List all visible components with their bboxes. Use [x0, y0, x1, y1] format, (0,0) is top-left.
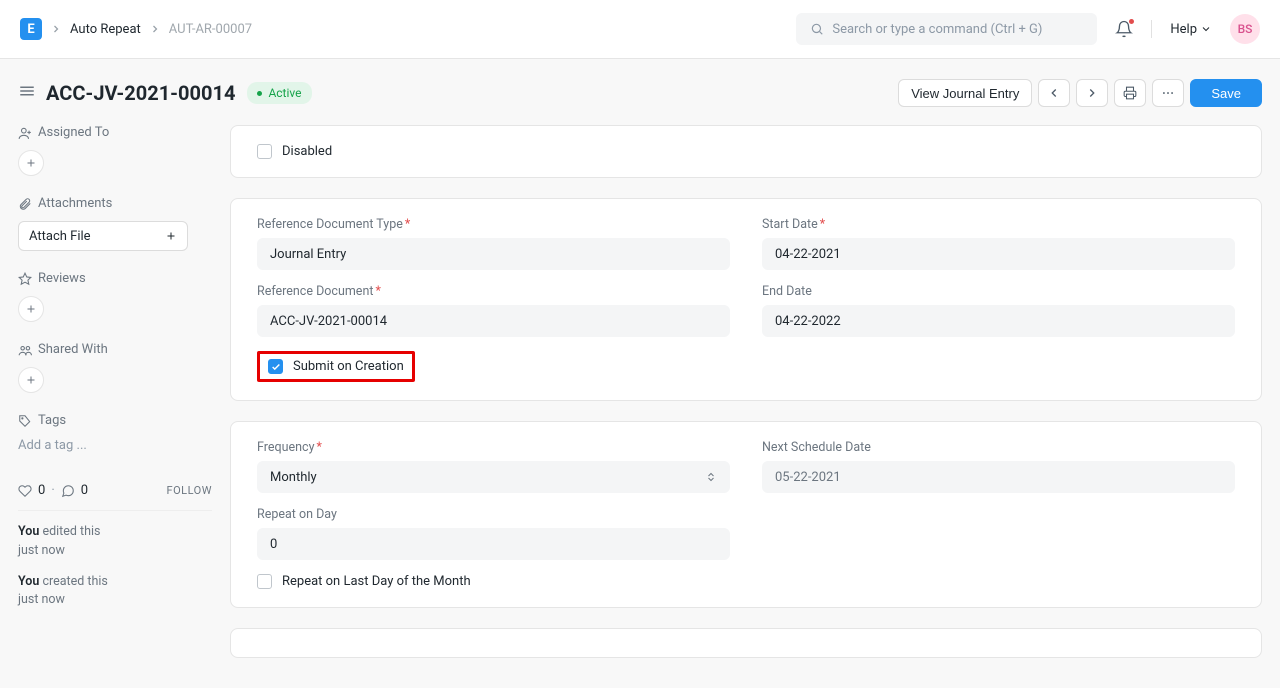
- repeat-last-day-label: Repeat on Last Day of the Month: [282, 574, 471, 589]
- tags-input[interactable]: Add a tag ...: [18, 438, 212, 453]
- search-placeholder: Search or type a command (Ctrl + G): [832, 22, 1042, 37]
- tags-header: Tags: [18, 413, 212, 428]
- timeline-who: You: [18, 574, 39, 589]
- attach-file-button[interactable]: Attach File: [18, 221, 188, 251]
- page-title: ACC-JV-2021-00014: [46, 81, 235, 105]
- reviews-header: Reviews: [18, 271, 212, 286]
- form-sidebar: Assigned To Attachments Attach File Revi…: [18, 125, 212, 678]
- checkbox-icon: [257, 144, 272, 159]
- comment-icon[interactable]: [61, 484, 75, 498]
- avatar[interactable]: BS: [1230, 14, 1260, 44]
- ref-doc-label: Reference Document*: [257, 284, 730, 299]
- timeline-when: just now: [18, 543, 65, 558]
- assigned-to-label: Assigned To: [38, 125, 109, 140]
- search-input[interactable]: Search or type a command (Ctrl + G): [796, 13, 1097, 45]
- print-button[interactable]: [1114, 79, 1146, 107]
- ref-doctype-field[interactable]: Journal Entry: [257, 238, 730, 270]
- timeline-what: edited this: [42, 524, 100, 539]
- card-frequency: Frequency* Monthly Repeat on Day 0: [230, 421, 1262, 608]
- frequency-label: Frequency*: [257, 440, 730, 455]
- disabled-label: Disabled: [282, 144, 332, 159]
- breadcrumb-level-2[interactable]: AUT-AR-00007: [169, 22, 252, 37]
- attachments-label: Attachments: [38, 196, 112, 211]
- timeline-who: You: [18, 524, 39, 539]
- heart-icon[interactable]: [18, 484, 32, 498]
- add-review-button[interactable]: [18, 296, 44, 322]
- comments-count: 0: [81, 483, 88, 498]
- end-date-field[interactable]: 04-22-2022: [762, 305, 1235, 337]
- start-date-field[interactable]: 04-22-2021: [762, 238, 1235, 270]
- help-label: Help: [1170, 22, 1197, 37]
- prev-button[interactable]: [1038, 79, 1070, 107]
- breadcrumb: E Auto Repeat AUT-AR-00007: [20, 18, 252, 40]
- card-reference: Reference Document Type* Journal Entry R…: [230, 198, 1262, 401]
- timeline: You edited this just now You created this…: [18, 523, 212, 610]
- checkbox-icon: [268, 359, 283, 374]
- repeat-on-day-field[interactable]: 0: [257, 528, 730, 560]
- top-navbar: E Auto Repeat AUT-AR-00007 Search or typ…: [0, 0, 1280, 59]
- more-menu-button[interactable]: [1152, 79, 1184, 107]
- ref-doc-field[interactable]: ACC-JV-2021-00014: [257, 305, 730, 337]
- notifications-button[interactable]: [1115, 20, 1133, 38]
- save-button[interactable]: Save: [1190, 79, 1262, 107]
- app-logo[interactable]: E: [20, 18, 42, 40]
- likes-count: 0: [38, 483, 45, 498]
- repeat-on-day-label: Repeat on Day: [257, 507, 730, 522]
- follow-button[interactable]: FOLLOW: [167, 484, 212, 497]
- reviews-label: Reviews: [38, 271, 86, 286]
- chevron-right-icon: [149, 23, 161, 35]
- page-header: ACC-JV-2021-00014 Active View Journal En…: [0, 59, 1280, 107]
- view-journal-entry-button[interactable]: View Journal Entry: [898, 79, 1032, 107]
- add-share-button[interactable]: [18, 367, 44, 393]
- status-badge: Active: [247, 82, 311, 104]
- checkbox-icon: [257, 574, 272, 589]
- breadcrumb-level-1[interactable]: Auto Repeat: [70, 22, 141, 37]
- card-next: [230, 628, 1262, 658]
- submit-on-creation-highlight: Submit on Creation: [257, 351, 415, 382]
- notification-dot: [1129, 19, 1134, 24]
- add-assignee-button[interactable]: [18, 150, 44, 176]
- attach-file-label: Attach File: [29, 229, 91, 244]
- tags-label: Tags: [38, 413, 66, 428]
- divider: [18, 510, 212, 511]
- repeat-last-day-checkbox[interactable]: Repeat on Last Day of the Month: [257, 574, 730, 589]
- end-date-label: End Date: [762, 284, 1235, 299]
- select-arrows-icon: [705, 471, 717, 483]
- ref-doctype-label: Reference Document Type*: [257, 217, 730, 232]
- next-schedule-label: Next Schedule Date: [762, 440, 1235, 455]
- form-main: Disabled Reference Document Type* Journa…: [230, 125, 1262, 678]
- submit-on-creation-label: Submit on Creation: [293, 359, 404, 374]
- engagement-meta: 0 · 0: [18, 483, 88, 498]
- submit-on-creation-checkbox[interactable]: Submit on Creation: [268, 359, 404, 374]
- start-date-label: Start Date*: [762, 217, 1235, 232]
- timeline-what: created this: [42, 574, 107, 589]
- next-schedule-field: 05-22-2021: [762, 461, 1235, 493]
- disabled-checkbox[interactable]: Disabled: [257, 144, 1235, 159]
- divider: [1151, 20, 1152, 38]
- shared-with-header: Shared With: [18, 342, 212, 357]
- chevron-right-icon: [50, 23, 62, 35]
- attachments-header: Attachments: [18, 196, 212, 211]
- sidebar-toggle-icon[interactable]: [18, 82, 36, 104]
- help-dropdown[interactable]: Help: [1170, 22, 1212, 37]
- shared-with-label: Shared With: [38, 342, 108, 357]
- frequency-select[interactable]: Monthly: [257, 461, 730, 493]
- frequency-value: Monthly: [270, 470, 317, 485]
- assigned-to-header: Assigned To: [18, 125, 212, 140]
- timeline-when: just now: [18, 592, 65, 607]
- next-button[interactable]: [1076, 79, 1108, 107]
- card-disabled: Disabled: [230, 125, 1262, 178]
